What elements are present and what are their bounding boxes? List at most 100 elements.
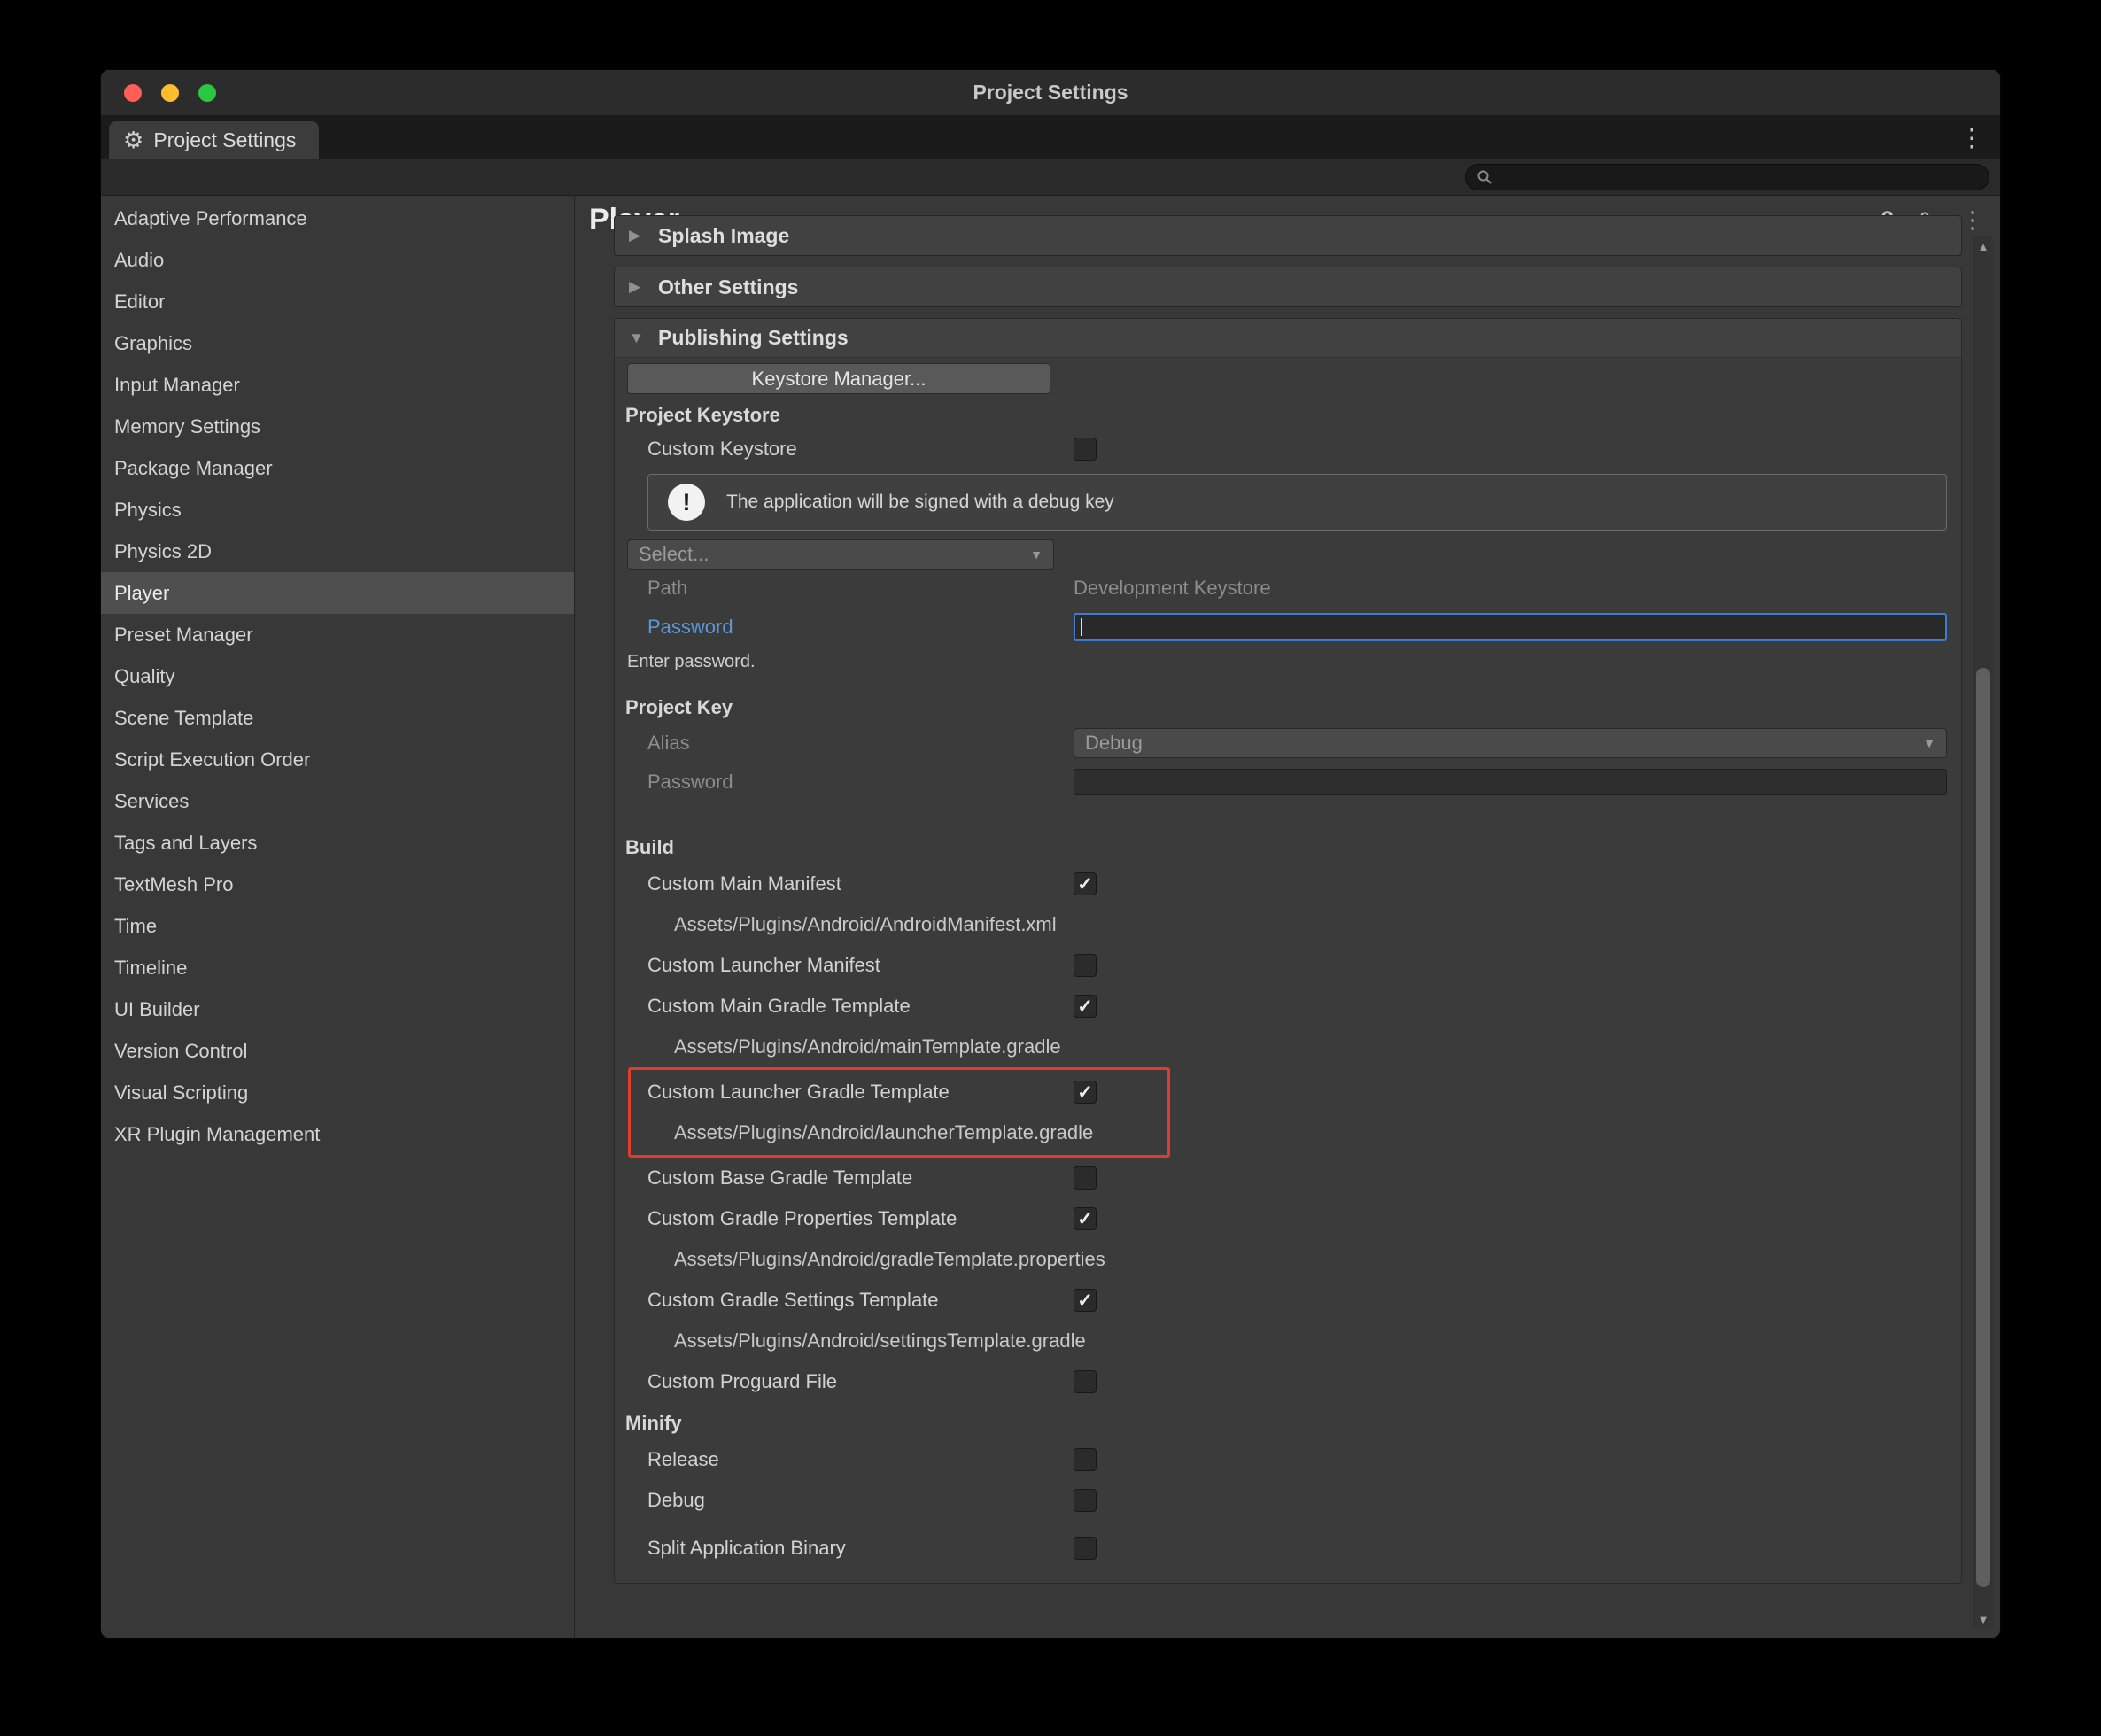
custom-launcher-gradle-template-checkbox[interactable]: ✓ xyxy=(1074,1081,1097,1104)
check-icon: ✓ xyxy=(1077,1083,1093,1102)
minify-debug-checkbox[interactable]: ✓ xyxy=(1074,1489,1097,1512)
sidebar-item-player[interactable]: Player xyxy=(101,572,574,614)
key-password-input[interactable] xyxy=(1074,769,1947,795)
alias-label: Alias xyxy=(647,732,1074,755)
path-text: Assets/Plugins/Android/gradleTemplate.pr… xyxy=(674,1248,1105,1271)
highlight-box: Custom Launcher Gradle Template ✓ Assets… xyxy=(628,1067,1170,1158)
sidebar-item-preset-manager[interactable]: Preset Manager xyxy=(101,614,574,655)
sidebar-item-label: Tags and Layers xyxy=(114,832,257,855)
sidebar-item-textmesh-pro[interactable]: TextMesh Pro xyxy=(101,864,574,905)
close-button[interactable] xyxy=(124,84,142,102)
sidebar-item-label: XR Plugin Management xyxy=(114,1123,320,1146)
key-password-label: Password xyxy=(647,771,1074,794)
sidebar-item-services[interactable]: Services xyxy=(101,780,574,822)
settings-sidebar: Adaptive Performance Audio Editor Graphi… xyxy=(101,196,575,1638)
search-box[interactable] xyxy=(1465,164,1989,190)
sidebar-item-script-execution-order[interactable]: Script Execution Order xyxy=(101,739,574,780)
debug-key-info-box: ! The application will be signed with a … xyxy=(647,474,1947,531)
sidebar-item-label: Services xyxy=(114,790,189,813)
minimize-button[interactable] xyxy=(161,84,179,102)
zoom-button[interactable] xyxy=(198,84,216,102)
sidebar-item-scene-template[interactable]: Scene Template xyxy=(101,697,574,739)
custom-gradle-settings-template-checkbox[interactable]: ✓ xyxy=(1074,1289,1097,1312)
sidebar-item-label: Graphics xyxy=(114,332,192,355)
sidebar-item-audio[interactable]: Audio xyxy=(101,239,574,281)
section-splash-image[interactable]: ▶ Splash Image xyxy=(614,215,1962,256)
sidebar-item-label: Timeline xyxy=(114,957,187,980)
custom-main-manifest-checkbox[interactable]: ✓ xyxy=(1074,872,1097,895)
check-icon: ✓ xyxy=(1077,1291,1093,1310)
publishing-settings-header[interactable]: ▼ Publishing Settings xyxy=(615,319,1961,358)
sidebar-item-input-manager[interactable]: Input Manager xyxy=(101,364,574,406)
custom-base-gradle-template-checkbox[interactable]: ✓ xyxy=(1074,1166,1097,1190)
custom-launcher-manifest-checkbox[interactable]: ✓ xyxy=(1074,954,1097,977)
split-application-binary-row: Split Application Binary ✓ xyxy=(615,1528,1961,1569)
sidebar-item-physics-2d[interactable]: Physics 2D xyxy=(101,531,574,572)
build-row-custom-gradle-properties-template: Custom Gradle Properties Template ✓ xyxy=(615,1198,1961,1239)
dropdown-value: Select... xyxy=(639,543,709,566)
path-text: Assets/Plugins/Android/mainTemplate.grad… xyxy=(674,1035,1061,1058)
scroll-up-icon[interactable]: ▲ xyxy=(1973,236,1993,256)
sidebar-item-graphics[interactable]: Graphics xyxy=(101,322,574,364)
sidebar-item-editor[interactable]: Editor xyxy=(101,281,574,322)
minify-row-debug: Debug ✓ xyxy=(615,1480,1961,1521)
sidebar-item-physics[interactable]: Physics xyxy=(101,489,574,531)
scrollbar-thumb[interactable] xyxy=(1976,668,1990,1587)
sidebar-item-label: UI Builder xyxy=(114,998,200,1021)
custom-gradle-properties-template-checkbox[interactable]: ✓ xyxy=(1074,1207,1097,1230)
context-menu-kebab-icon[interactable]: ⋮ xyxy=(1961,206,1984,234)
sidebar-item-label: Audio xyxy=(114,249,164,272)
section-other-settings[interactable]: ▶ Other Settings xyxy=(614,267,1962,307)
path-value: Development Keystore xyxy=(1074,577,1947,600)
sidebar-item-version-control[interactable]: Version Control xyxy=(101,1030,574,1072)
custom-keystore-label: Custom Keystore xyxy=(647,438,1074,461)
path-text: Assets/Plugins/Android/AndroidManifest.x… xyxy=(674,913,1057,936)
sidebar-item-timeline[interactable]: Timeline xyxy=(101,947,574,988)
tab-menu-kebab-icon[interactable]: ⋮ xyxy=(1959,123,1984,152)
sidebar-item-quality[interactable]: Quality xyxy=(101,655,574,697)
sidebar-item-label: Scene Template xyxy=(114,707,253,730)
sidebar-item-time[interactable]: Time xyxy=(101,905,574,947)
custom-proguard-file-checkbox[interactable]: ✓ xyxy=(1074,1370,1097,1393)
chevron-right-icon: ▶ xyxy=(629,278,645,296)
minify-release-checkbox[interactable]: ✓ xyxy=(1074,1448,1097,1471)
alias-row: Alias Debug ▼ xyxy=(615,724,1961,763)
sidebar-item-xr-plugin-management[interactable]: XR Plugin Management xyxy=(101,1113,574,1155)
setting-label: Custom Launcher Gradle Template xyxy=(647,1081,1074,1104)
path-label: Path xyxy=(647,577,1074,600)
window-titlebar: Project Settings xyxy=(101,70,2000,116)
custom-keystore-checkbox[interactable]: ✓ xyxy=(1074,438,1097,461)
keystore-password-input[interactable] xyxy=(1074,613,1947,641)
window-title: Project Settings xyxy=(973,81,1128,105)
setting-label: Custom Main Manifest xyxy=(647,872,1074,895)
sidebar-item-label: Package Manager xyxy=(114,457,273,480)
tab-project-settings[interactable]: ⚙ Project Settings xyxy=(109,121,319,159)
keystore-select-dropdown[interactable]: Select... ▼ xyxy=(627,539,1054,570)
build-row-custom-main-gradle-template: Custom Main Gradle Template ✓ xyxy=(615,986,1961,1027)
vertical-scrollbar[interactable]: ▲ ▼ xyxy=(1973,236,1993,1629)
search-icon xyxy=(1477,169,1492,185)
section-label: Splash Image xyxy=(658,224,789,248)
path-row: Assets/Plugins/Android/launcherTemplate.… xyxy=(631,1112,1167,1153)
check-icon: ✓ xyxy=(1077,875,1093,894)
sidebar-item-memory-settings[interactable]: Memory Settings xyxy=(101,406,574,447)
keystore-manager-button[interactable]: Keystore Manager... xyxy=(627,363,1050,394)
build-row-custom-launcher-manifest: Custom Launcher Manifest ✓ xyxy=(615,945,1961,986)
traffic-lights xyxy=(124,84,216,102)
custom-keystore-row: Custom Keystore ✓ xyxy=(615,431,1961,467)
project-keystore-label: Project Keystore xyxy=(625,399,1961,431)
sidebar-item-visual-scripting[interactable]: Visual Scripting xyxy=(101,1072,574,1113)
enter-password-hint: Enter password. xyxy=(627,647,1961,676)
alias-dropdown[interactable]: Debug ▼ xyxy=(1074,728,1947,758)
scroll-down-icon[interactable]: ▼ xyxy=(1973,1609,1993,1629)
search-input[interactable] xyxy=(1500,167,1978,188)
sidebar-item-package-manager[interactable]: Package Manager xyxy=(101,447,574,489)
sidebar-item-tags-and-layers[interactable]: Tags and Layers xyxy=(101,822,574,864)
sidebar-item-label: Input Manager xyxy=(114,374,240,397)
build-row-custom-launcher-gradle-template: Custom Launcher Gradle Template ✓ xyxy=(631,1072,1167,1112)
sidebar-item-adaptive-performance[interactable]: Adaptive Performance xyxy=(101,198,574,239)
custom-main-gradle-template-checkbox[interactable]: ✓ xyxy=(1074,995,1097,1018)
split-application-binary-checkbox[interactable]: ✓ xyxy=(1074,1537,1097,1560)
path-text: Assets/Plugins/Android/settingsTemplate.… xyxy=(674,1329,1086,1352)
sidebar-item-ui-builder[interactable]: UI Builder xyxy=(101,988,574,1030)
